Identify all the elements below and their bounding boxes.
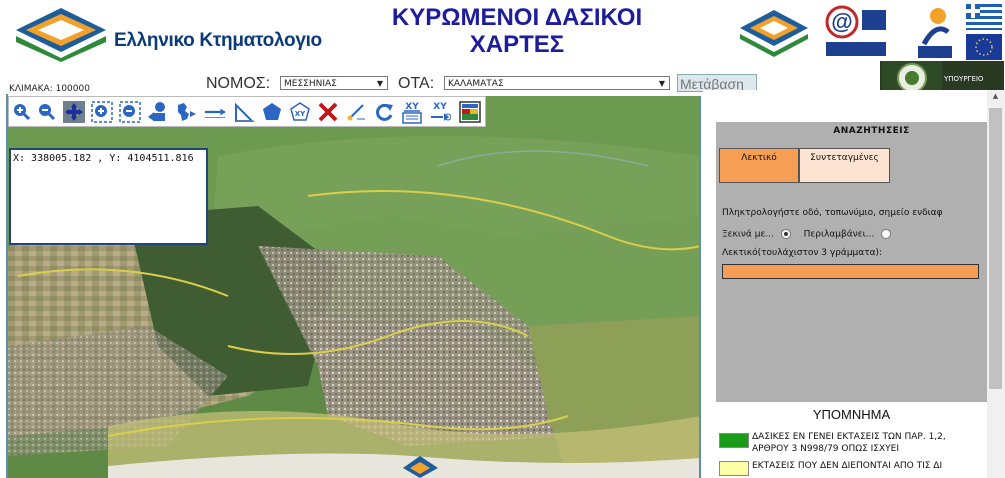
coordinates-readout: X: 338005.182 , Y: 4104511.816 bbox=[13, 153, 194, 164]
xy-polygon-icon[interactable]: XY bbox=[289, 100, 311, 123]
zoom-box-out-icon[interactable] bbox=[119, 100, 141, 123]
legend-item-excluded: ΕΚΤΑΣΕΙΣ ΠΟΥ ΔΕΝ ΔΙΕΠΟΝΤΑΙ ΑΠΟ ΤΙΣ ΔΙ bbox=[752, 460, 987, 472]
cadastre-small-logo bbox=[736, 4, 812, 60]
ota-label: ΟΤΑ: bbox=[398, 75, 435, 92]
print-map-icon[interactable] bbox=[459, 100, 481, 123]
page-title: ΚΥΡΩΜΕΝΟΙ ΔΑΣΙΚΟΙ ΧΑΡΤΕΣ bbox=[352, 4, 682, 58]
edit-point-icon[interactable] bbox=[345, 100, 367, 123]
zoom-in-icon[interactable] bbox=[11, 100, 33, 123]
radio-starts-with[interactable] bbox=[780, 229, 791, 239]
ota-select-value: ΚΑΛΑΜΑΤΑΣ bbox=[448, 79, 504, 89]
nomos-label: ΝΟΜΟΣ: bbox=[206, 75, 271, 92]
measure-area-icon[interactable] bbox=[261, 100, 283, 123]
legend-swatch-excluded bbox=[719, 461, 749, 476]
word-input-label: Λεκτικό(τουλάχιστον 3 γράμματα): bbox=[722, 248, 883, 258]
page-title-line2: ΧΑΡΤΕΣ bbox=[469, 31, 565, 58]
radio-contains-label: Περιλαμβάνει... bbox=[803, 229, 875, 240]
legend-swatch-forest bbox=[719, 433, 749, 448]
match-mode-radios: Ξεκινά με... Περιλαμβάνει... bbox=[722, 229, 901, 240]
chevron-down-icon: ▼ bbox=[376, 79, 383, 88]
legend-item-forest-line2: ΑΡΘΡΟΥ 3 Ν998/79 ΟΠΩΣ ΙΣΧΥΕΙ bbox=[752, 444, 900, 454]
zoom-box-in-icon[interactable] bbox=[91, 100, 113, 123]
search-panel: ΑΝΑΖΗΤΗΣΕΙΣ Λεκτικό Συντεταγμένες Πληκτρ… bbox=[716, 122, 987, 402]
page-title-line1: ΚΥΡΩΜΕΝΟΙ ΔΑΣΙΚΟΙ bbox=[391, 4, 643, 31]
ministry-logo-text: ΥΠΟΥΡΓΕΙΟ bbox=[944, 75, 984, 83]
cadastre-logo-text: Ελληνικο Κτηματολογιο bbox=[114, 30, 322, 51]
scrollbar-thumb[interactable] bbox=[989, 108, 1002, 389]
tab-coordinates-search[interactable]: Συντεταγμένες bbox=[799, 148, 890, 183]
map-toolbar: XY XY XY bbox=[8, 96, 486, 127]
legend-item-excluded-line1: ΕΚΤΑΣΕΙΣ ΠΟΥ ΔΕΝ ΔΙΕΠΟΝΤΑΙ ΑΠΟ ΤΙΣ ΔΙ bbox=[752, 461, 943, 471]
zoom-out-icon[interactable] bbox=[36, 100, 58, 123]
tab-text-search[interactable]: Λεκτικό bbox=[719, 148, 799, 183]
e-government-logo: @ bbox=[822, 4, 888, 60]
nomos-select-value: ΜΕΣΣΗΝΙΑΣ bbox=[284, 79, 337, 89]
chevron-down-icon: ▼ bbox=[658, 79, 665, 88]
full-extent-icon[interactable] bbox=[175, 100, 197, 123]
nomos-select[interactable]: ΜΕΣΣΗΝΙΑΣ ▼ bbox=[280, 76, 388, 90]
flags-icon bbox=[966, 4, 1002, 60]
legend-item-forest-line1: ΔΑΣΙΚΕΣ ΕΝ ΓΕΝΕΙ ΕΚΤΑΣΕΙΣ ΤΩΝ ΠΑΡ. 1,2, bbox=[752, 432, 946, 442]
svg-text:XY: XY bbox=[433, 102, 447, 112]
search-hint: Πληκτρολογήστε οδό, τοπωνύμιο, σημείο εν… bbox=[722, 208, 943, 218]
scale-label: ΚΛΙΜΑΚΑ: 100000 bbox=[9, 84, 90, 94]
clear-icon[interactable] bbox=[317, 100, 339, 123]
measure-distance-icon[interactable] bbox=[204, 100, 226, 123]
greece-2008-logo bbox=[906, 4, 962, 60]
xy-identify-icon[interactable]: XY bbox=[401, 100, 423, 124]
ota-select[interactable]: ΚΑΛΑΜΑΤΑΣ ▼ bbox=[444, 76, 670, 90]
xy-goto-icon[interactable]: XY bbox=[429, 100, 451, 123]
measure-angle-icon[interactable] bbox=[233, 100, 255, 123]
legend-item-forest: ΔΑΣΙΚΕΣ ΕΝ ΓΕΝΕΙ ΕΚΤΑΣΕΙΣ ΤΩΝ ΠΑΡ. 1,2, … bbox=[752, 431, 987, 455]
search-title: ΑΝΑΖΗΤΗΣΕΙΣ bbox=[833, 126, 910, 136]
pan-icon[interactable] bbox=[63, 100, 85, 123]
legend-title: ΥΠΟΜΝΗΜΑ bbox=[812, 407, 891, 422]
svg-text:XY: XY bbox=[295, 110, 306, 118]
svg-text:@: @ bbox=[831, 9, 852, 34]
previous-view-icon[interactable] bbox=[147, 100, 169, 123]
radio-starts-label: Ξεκινά με... bbox=[722, 229, 774, 240]
radio-contains[interactable] bbox=[881, 229, 892, 239]
scroll-up-icon[interactable]: ▲ bbox=[989, 92, 1002, 104]
cadastre-logo-icon bbox=[16, 8, 106, 62]
coordinates-box: X: 338005.182 , Y: 4104511.816 bbox=[9, 148, 208, 245]
word-search-input[interactable] bbox=[722, 264, 979, 279]
refresh-icon[interactable] bbox=[373, 100, 395, 123]
